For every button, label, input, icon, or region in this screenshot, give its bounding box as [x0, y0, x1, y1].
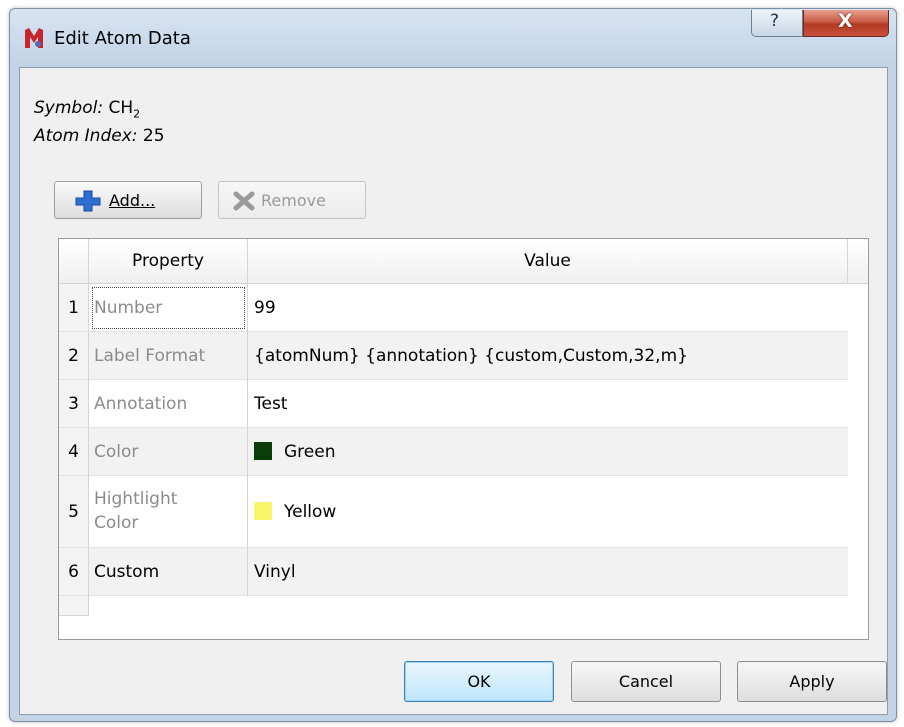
window-title: Edit Atom Data	[54, 28, 191, 49]
property-cell[interactable]: Custom	[89, 548, 248, 596]
header-filler	[848, 239, 868, 284]
apply-button[interactable]: Apply	[737, 661, 887, 702]
color-value: Yellow	[284, 502, 337, 522]
value-cell[interactable]: Vinyl	[248, 548, 848, 596]
help-button[interactable]: ?	[751, 10, 803, 37]
property-cell[interactable]: Hightlight Color	[89, 476, 248, 548]
value-cell[interactable]: 99	[248, 284, 848, 332]
table-row[interactable]: 3 Annotation Test	[59, 380, 848, 428]
add-plus-icon	[75, 190, 101, 212]
properties-table: Property Value 1 Number 99 2 Label Forma…	[58, 238, 869, 640]
color-value: Green	[284, 442, 336, 462]
add-button-label: Add...	[109, 191, 156, 210]
value-cell[interactable]: Yellow	[248, 476, 848, 548]
row-number: 2	[59, 332, 89, 380]
property-cell-line: Color	[94, 513, 139, 533]
edit-atom-data-dialog: Edit Atom Data ? X Symbol: CH2 Atom Inde…	[9, 8, 897, 722]
table-row[interactable]: 6 Custom Vinyl	[59, 548, 848, 596]
table-row[interactable]: 2 Label Format {atomNum} {annotation} {c…	[59, 332, 848, 380]
table-row[interactable]: 1 Number 99	[59, 284, 848, 332]
property-cell[interactable]: Number	[89, 284, 248, 332]
title-bar[interactable]: Edit Atom Data ? X	[10, 9, 896, 67]
atom-index-label: Atom Index:	[34, 126, 138, 146]
app-logo-icon	[25, 28, 43, 48]
empty-row-header	[59, 596, 89, 616]
close-button[interactable]: X	[803, 10, 889, 37]
property-cell[interactable]: Annotation	[89, 380, 248, 428]
table-row[interactable]: 4 Color Green	[59, 428, 848, 476]
atom-index-line: Atom Index: 25	[34, 126, 165, 146]
property-cell[interactable]: Label Format	[89, 332, 248, 380]
row-number: 4	[59, 428, 89, 476]
table-row[interactable]: 5 Hightlight Color Yellow	[59, 476, 848, 548]
ok-button[interactable]: OK	[404, 661, 554, 702]
row-number: 3	[59, 380, 89, 428]
property-column-header[interactable]: Property	[89, 239, 248, 284]
help-icon: ?	[770, 11, 780, 31]
close-icon: X	[838, 10, 853, 32]
property-cell[interactable]: Color	[89, 428, 248, 476]
corner-header	[59, 239, 89, 284]
remove-x-icon	[233, 191, 255, 211]
remove-button[interactable]: Remove	[218, 181, 366, 219]
atom-index-value: 25	[142, 126, 165, 146]
row-number: 5	[59, 476, 89, 548]
property-cell-line: Hightlight	[94, 489, 178, 509]
dialog-body: Symbol: CH2 Atom Index: 25 Add... Remove…	[19, 67, 888, 715]
value-column-header[interactable]: Value	[248, 239, 848, 284]
symbol-line: Symbol: CH2	[34, 98, 140, 120]
value-cell[interactable]: Test	[248, 380, 848, 428]
symbol-label: Symbol:	[34, 98, 104, 118]
value-cell[interactable]: Green	[248, 428, 848, 476]
color-swatch	[254, 502, 272, 520]
color-swatch	[254, 442, 272, 460]
value-cell[interactable]: {atomNum} {annotation} {custom,Custom,32…	[248, 332, 848, 380]
cancel-button[interactable]: Cancel	[571, 661, 721, 702]
symbol-value: CH2	[108, 98, 141, 121]
remove-button-label: Remove	[261, 191, 326, 210]
add-button[interactable]: Add...	[54, 181, 202, 219]
row-number: 6	[59, 548, 89, 596]
row-number: 1	[59, 284, 89, 332]
